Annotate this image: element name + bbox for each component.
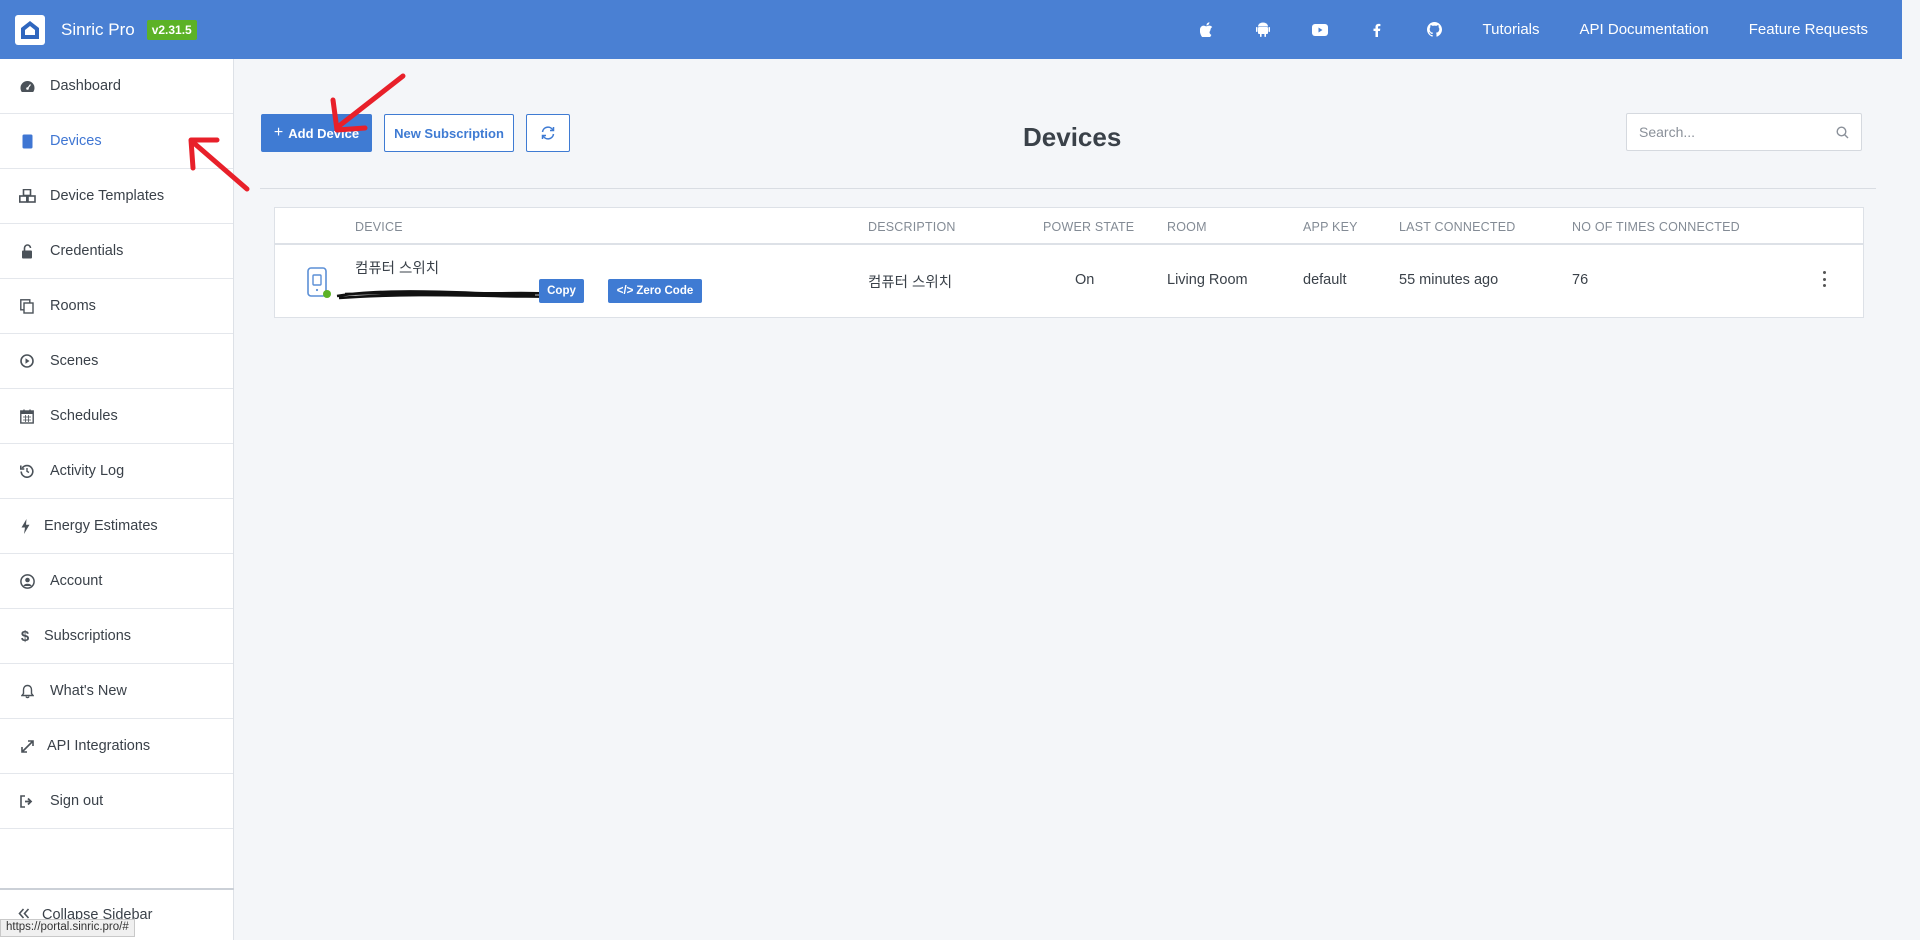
app-key: default: [1303, 272, 1347, 288]
zero-code-label: Zero Code: [636, 285, 694, 297]
times-connected: 76: [1572, 272, 1589, 288]
tablet-icon: [18, 132, 36, 150]
sidebar-item-label: Schedules: [50, 408, 118, 424]
refresh-button[interactable]: [526, 114, 570, 152]
column-header-app-key[interactable]: APP KEY: [1303, 220, 1358, 234]
devices-table: DEVICE DESCRIPTION POWER STATE ROOM APP …: [274, 207, 1864, 318]
page-title: Devices: [1023, 122, 1122, 152]
sidebar-item-scenes[interactable]: Scenes: [0, 334, 233, 389]
sidebar-item-subscriptions[interactable]: $ Subscriptions: [0, 609, 233, 664]
device-description: 컴퓨터 스위치: [868, 275, 953, 291]
online-status-dot: [323, 290, 331, 298]
sidebar-item-dashboard[interactable]: Dashboard: [0, 59, 233, 114]
browser-status-url: https://portal.sinric.pro/#: [0, 919, 135, 937]
unlock-icon: [18, 242, 36, 260]
plus-icon: +: [273, 124, 284, 141]
last-connected: 55 minutes ago: [1399, 272, 1499, 288]
sidebar-item-activity-log[interactable]: Activity Log: [0, 444, 233, 499]
sidebar-item-label: Devices: [50, 133, 102, 149]
apple-icon[interactable]: [1178, 0, 1235, 59]
bolt-icon: [16, 517, 34, 535]
add-device-button[interactable]: + Add Device: [261, 114, 372, 152]
sidebar-item-label: Activity Log: [50, 463, 125, 479]
column-header-power-state[interactable]: POWER STATE: [1043, 220, 1134, 234]
sidebar-item-label: Credentials: [50, 243, 124, 259]
copy-button[interactable]: Copy: [539, 279, 584, 303]
sidebar-item-device-templates[interactable]: Device Templates: [0, 169, 233, 224]
column-header-last-connected[interactable]: LAST CONNECTED: [1399, 220, 1515, 234]
sidebar-item-label: Sign out: [50, 793, 104, 809]
table-row[interactable]: 컴퓨터 스위치 Copy </> Zero Code 컴퓨터 스위치 On Li…: [275, 245, 1863, 317]
top-navbar: Sinric Pro v2.31.5 Tutorials API Documen…: [0, 0, 1902, 59]
top-nav: Tutorials API Documentation Feature Requ…: [1178, 0, 1902, 59]
sidebar-item-label: Dashboard: [50, 78, 121, 94]
copy-icon: [18, 297, 36, 315]
main-content: + Add Device New Subscription Devices DE…: [235, 59, 1902, 940]
expand-icon: [18, 737, 36, 755]
sidebar-item-credentials[interactable]: Credentials: [0, 224, 233, 279]
tutorials-link[interactable]: Tutorials: [1463, 21, 1560, 38]
dollar-icon: $: [20, 627, 30, 645]
github-icon[interactable]: [1406, 0, 1463, 59]
sidebar-item-account[interactable]: Account: [0, 554, 233, 609]
redacted-scribble: [336, 290, 554, 300]
user-circle-icon: [18, 572, 36, 590]
divider: [260, 188, 1876, 189]
sidebar-item-energy-estimates[interactable]: Energy Estimates: [0, 499, 233, 554]
sidebar-item-sign-out[interactable]: Sign out: [0, 774, 233, 829]
facebook-icon[interactable]: [1349, 0, 1406, 59]
sidebar-item-schedules[interactable]: Schedules: [0, 389, 233, 444]
cubes-icon: [18, 187, 36, 205]
sidebar-item-whats-new[interactable]: What's New: [0, 664, 233, 719]
search-input[interactable]: [1639, 124, 1836, 140]
new-subscription-label: New Subscription: [394, 125, 504, 141]
version-badge: v2.31.5: [146, 19, 197, 40]
youtube-icon[interactable]: [1292, 0, 1349, 59]
feature-requests-link[interactable]: Feature Requests: [1729, 21, 1902, 38]
more-options-icon[interactable]: [1821, 271, 1827, 287]
sign-out-icon: [18, 792, 36, 810]
table-header: DEVICE DESCRIPTION POWER STATE ROOM APP …: [275, 208, 1863, 245]
sidebar-item-label: Scenes: [50, 353, 99, 369]
android-icon[interactable]: [1235, 0, 1292, 59]
brand-name[interactable]: Sinric Pro: [61, 20, 135, 40]
dashboard-icon: [18, 77, 36, 95]
history-icon: [18, 462, 36, 480]
sidebar-item-rooms[interactable]: Rooms: [0, 279, 233, 334]
calendar-icon: [18, 407, 36, 425]
column-header-room[interactable]: ROOM: [1167, 220, 1207, 234]
zero-code-button[interactable]: </> Zero Code: [608, 279, 702, 303]
api-documentation-link[interactable]: API Documentation: [1560, 21, 1729, 38]
column-header-device[interactable]: DEVICE: [355, 220, 403, 234]
search-box[interactable]: [1626, 113, 1862, 151]
sidebar-item-label: API Integrations: [47, 738, 151, 754]
room-name: Living Room: [1167, 272, 1248, 288]
device-name[interactable]: 컴퓨터 스위치: [355, 257, 439, 278]
refresh-icon: [541, 126, 555, 140]
play-circle-icon: [18, 352, 36, 370]
code-icon: </>: [616, 285, 634, 297]
sidebar-item-label: Device Templates: [50, 188, 165, 204]
sidebar-item-label: Rooms: [50, 298, 96, 314]
sidebar-item-devices[interactable]: Devices: [0, 114, 233, 169]
sidebar-item-label: Energy Estimates: [44, 518, 158, 534]
sidebar: Dashboard Devices Device Templates Crede…: [0, 59, 234, 940]
bell-icon: [18, 682, 36, 700]
add-device-label: Add Device: [288, 125, 360, 141]
sidebar-item-label: What's New: [50, 683, 127, 699]
sidebar-item-api-integrations[interactable]: API Integrations: [0, 719, 233, 774]
column-header-description[interactable]: DESCRIPTION: [868, 220, 956, 234]
copy-label: Copy: [547, 285, 576, 297]
sidebar-item-label: Account: [50, 573, 103, 589]
search-icon[interactable]: [1836, 125, 1849, 139]
sidebar-item-label: Subscriptions: [44, 628, 132, 644]
sinric-logo-icon[interactable]: [15, 14, 45, 45]
power-state: On: [1075, 272, 1095, 288]
column-header-times-connected[interactable]: NO OF TIMES CONNECTED: [1572, 220, 1740, 234]
new-subscription-button[interactable]: New Subscription: [384, 114, 514, 152]
